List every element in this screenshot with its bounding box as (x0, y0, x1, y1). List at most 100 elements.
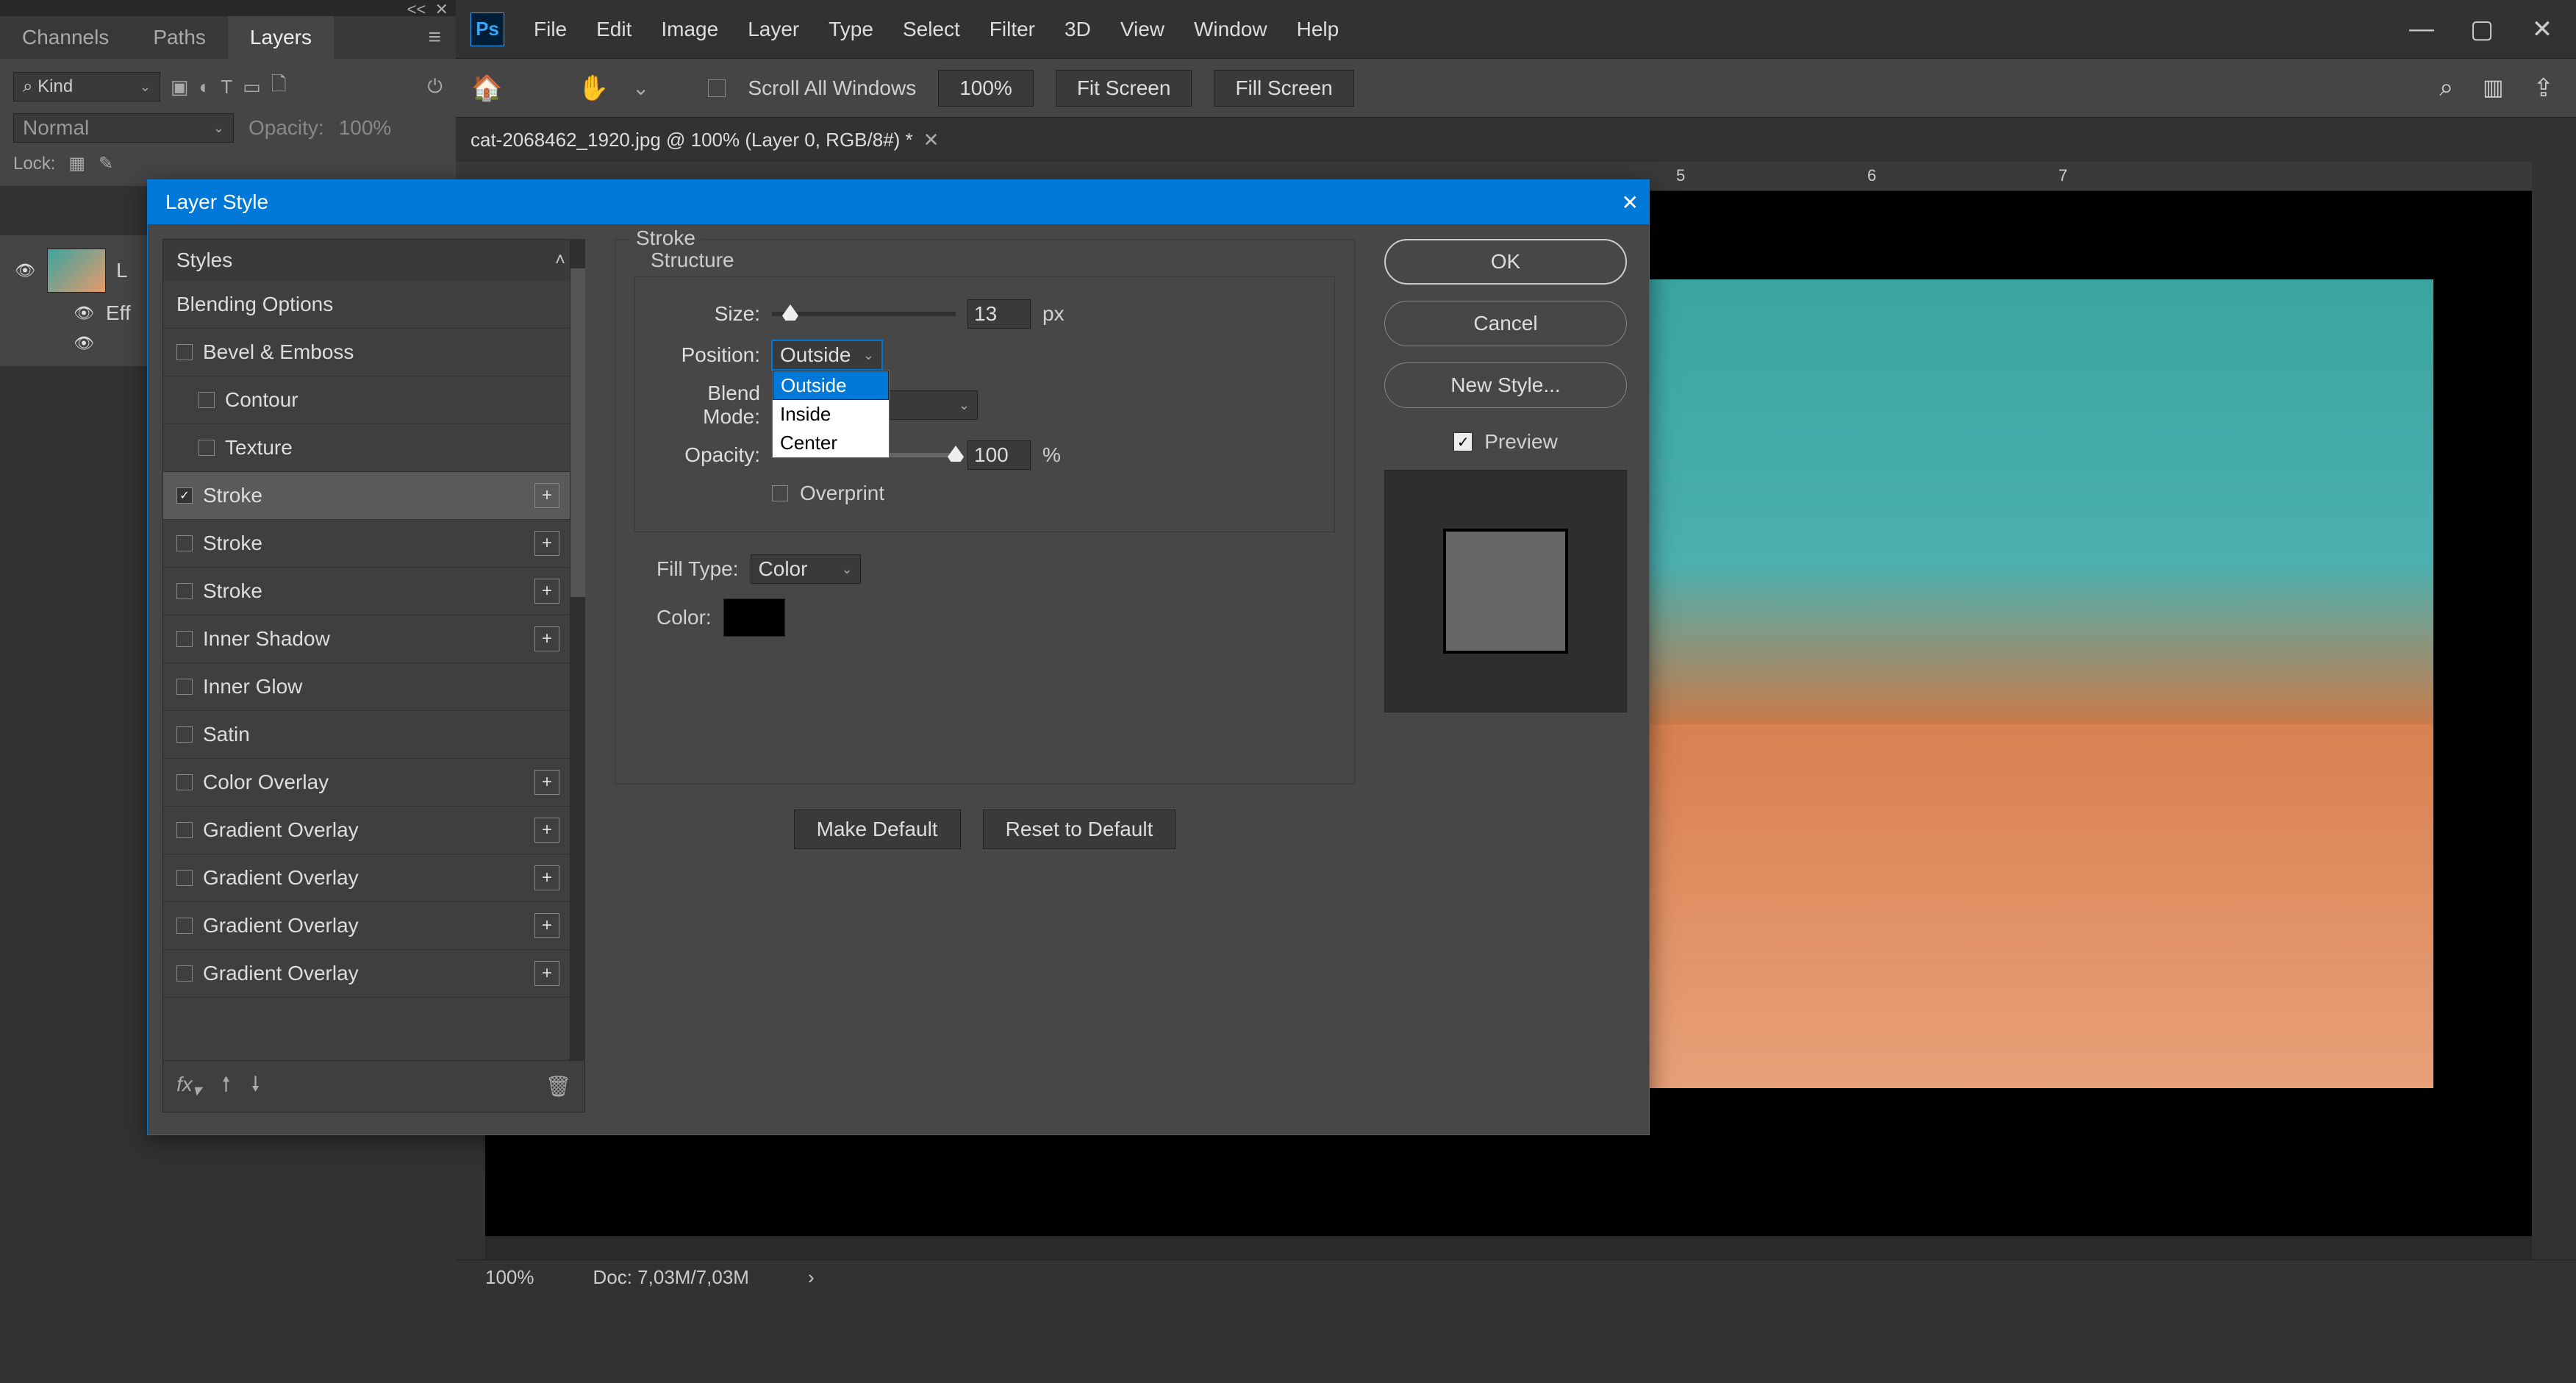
add-effect-icon[interactable]: + (534, 865, 559, 890)
filltype-select[interactable]: Color ⌄ (751, 554, 861, 584)
status-doc[interactable]: Doc: 7,03M/7,03M (593, 1266, 749, 1289)
chevron-up-icon[interactable]: ˄ (555, 250, 565, 271)
style-item-color-overlay[interactable]: Color Overlay+ (163, 759, 570, 807)
make-default-button[interactable]: Make Default (794, 810, 961, 849)
add-effect-icon[interactable]: + (534, 770, 559, 795)
style-checkbox[interactable] (176, 583, 193, 599)
filter-type-icon[interactable]: T (221, 76, 232, 99)
workspace-icon[interactable]: ▥ (2483, 75, 2503, 101)
preview-checkbox[interactable]: ✓ (1453, 432, 1473, 451)
add-effect-icon[interactable]: + (534, 913, 559, 938)
style-checkbox[interactable]: ✓ (176, 487, 193, 504)
lock-brush-icon[interactable]: ✎ (99, 153, 113, 174)
style-item-gradient-overlay[interactable]: Gradient Overlay+ (163, 854, 570, 902)
minimize-icon[interactable]: — (2410, 18, 2433, 41)
styles-scrollbar[interactable] (570, 239, 585, 1061)
move-up-icon[interactable]: 🠕 (222, 1069, 231, 1104)
fill-screen-button[interactable]: Fill Screen (1214, 70, 1353, 107)
panel-menu-icon[interactable]: ≡ (413, 16, 456, 59)
slider-handle[interactable] (948, 446, 964, 462)
position-select[interactable]: Outside ⌄ (772, 340, 882, 370)
style-item-stroke[interactable]: Stroke+ (163, 568, 570, 615)
style-checkbox[interactable] (176, 726, 193, 743)
dialog-titlebar[interactable]: Layer Style ✕ (148, 180, 1649, 224)
filter-shape-icon[interactable]: ▭ (243, 76, 261, 99)
trash-icon[interactable]: 🗑 (545, 1074, 571, 1098)
opacity-value[interactable]: 100% (339, 116, 392, 140)
dialog-close-icon[interactable]: ✕ (1622, 190, 1639, 215)
status-zoom[interactable]: 100% (485, 1266, 534, 1289)
move-down-icon[interactable]: 🠗 (251, 1069, 260, 1104)
style-item-stroke[interactable]: ✓Stroke+ (163, 472, 570, 520)
style-item-contour[interactable]: Contour (163, 376, 570, 424)
style-checkbox[interactable] (176, 535, 193, 551)
style-item-satin[interactable]: Satin (163, 711, 570, 759)
tab-channels[interactable]: Channels (0, 16, 131, 59)
filter-adjust-icon[interactable]: ◐ (199, 76, 211, 99)
style-checkbox[interactable] (176, 965, 193, 982)
filter-smart-icon[interactable]: 🗋 (271, 71, 287, 103)
eye-icon[interactable]: 👁 (15, 261, 37, 280)
menu-file[interactable]: File (534, 18, 567, 41)
position-option-inside[interactable]: Inside (773, 400, 889, 429)
style-checkbox[interactable] (176, 822, 193, 838)
panel-collapse-bar[interactable]: << ✕ (0, 0, 456, 16)
hand-tool-icon[interactable]: ✋ (577, 71, 610, 104)
style-checkbox[interactable] (176, 679, 193, 695)
style-checkbox[interactable] (198, 440, 215, 456)
add-effect-icon[interactable]: + (534, 483, 559, 508)
home-icon[interactable]: 🏠 (471, 71, 504, 104)
tab-layers[interactable]: Layers (228, 16, 334, 59)
add-effect-icon[interactable]: + (534, 818, 559, 843)
ok-button[interactable]: OK (1384, 239, 1627, 285)
eye-icon[interactable]: 👁 (74, 304, 96, 323)
menu-edit[interactable]: Edit (596, 18, 632, 41)
slider-handle[interactable] (782, 304, 798, 321)
layer-thumbnail[interactable] (47, 249, 106, 293)
menu-layer[interactable]: Layer (748, 18, 799, 41)
layer-filter-kind[interactable]: ⌕ Kind ⌄ (13, 72, 160, 101)
style-checkbox[interactable] (176, 870, 193, 886)
style-item-stroke[interactable]: Stroke+ (163, 520, 570, 568)
opacity-input[interactable]: 100 (967, 440, 1031, 470)
add-effect-icon[interactable]: + (534, 626, 559, 651)
position-option-center[interactable]: Center (773, 429, 889, 457)
close-icon[interactable]: ✕ (2530, 18, 2554, 41)
style-item-inner-glow[interactable]: Inner Glow (163, 663, 570, 711)
style-item-gradient-overlay[interactable]: Gradient Overlay+ (163, 950, 570, 998)
style-checkbox[interactable] (176, 774, 193, 790)
menu-view[interactable]: View (1120, 18, 1164, 41)
fit-screen-button[interactable]: Fit Screen (1056, 70, 1192, 107)
menu-select[interactable]: Select (903, 18, 960, 41)
menu-type[interactable]: Type (829, 18, 873, 41)
status-arrow-icon[interactable]: › (808, 1266, 815, 1289)
stroke-color-swatch[interactable] (723, 598, 785, 637)
filter-toggle-icon[interactable]: ⏻ (427, 75, 443, 99)
document-tab[interactable]: cat-2068462_1920.jpg @ 100% (Layer 0, RG… (456, 118, 954, 162)
style-item-inner-shadow[interactable]: Inner Shadow+ (163, 615, 570, 663)
add-effect-icon[interactable]: + (534, 579, 559, 604)
style-item-bevel-emboss[interactable]: Bevel & Emboss (163, 329, 570, 376)
tab-paths[interactable]: Paths (131, 16, 228, 59)
menu-help[interactable]: Help (1297, 18, 1339, 41)
size-slider[interactable] (772, 312, 956, 316)
style-item-gradient-overlay[interactable]: Gradient Overlay+ (163, 807, 570, 854)
style-checkbox[interactable] (176, 631, 193, 647)
chevron-down-icon[interactable]: ⌄ (632, 76, 649, 100)
share-icon[interactable]: ⇪ (2533, 74, 2555, 103)
position-option-outside[interactable]: Outside (773, 371, 889, 400)
close-tab-icon[interactable]: ✕ (923, 129, 940, 151)
filter-image-icon[interactable]: ▣ (171, 76, 189, 99)
blend-mode-select[interactable]: Normal ⌄ (13, 113, 234, 143)
cancel-button[interactable]: Cancel (1384, 301, 1627, 346)
menu-3d[interactable]: 3D (1065, 18, 1091, 41)
menu-window[interactable]: Window (1194, 18, 1267, 41)
blending-options-item[interactable]: Blending Options (163, 281, 570, 329)
overprint-checkbox[interactable] (772, 485, 788, 501)
menu-image[interactable]: Image (661, 18, 718, 41)
eye-icon[interactable]: 👁 (74, 334, 96, 353)
lock-pixels-icon[interactable]: ▦ (68, 153, 85, 174)
search-icon[interactable]: ⌕ (2439, 74, 2453, 102)
fx-menu[interactable]: fx▾ (176, 1073, 201, 1101)
reset-default-button[interactable]: Reset to Default (983, 810, 1176, 849)
